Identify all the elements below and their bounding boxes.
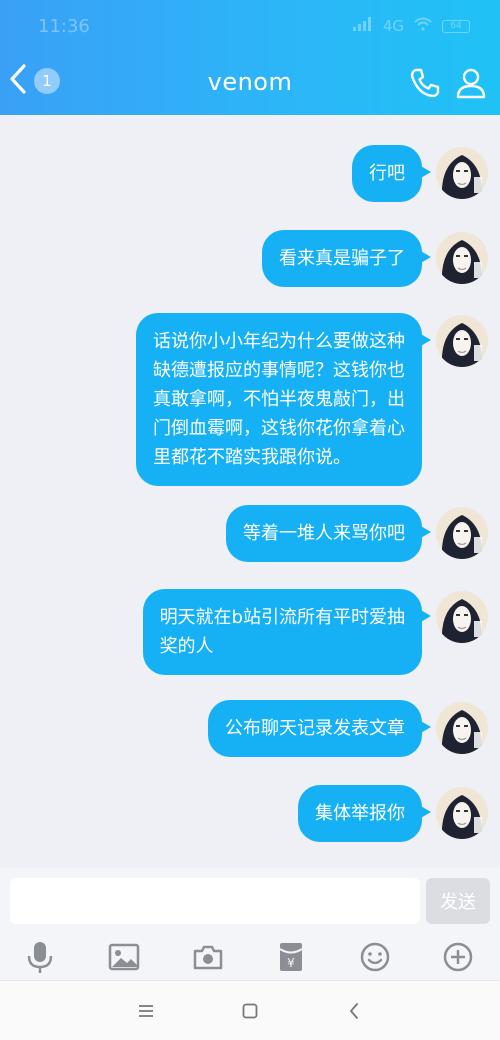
message-text-line: 明天就在b站引流所有平时爱抽 — [159, 607, 405, 628]
message-bubble[interactable]: 话说你小小年纪为什么要做这种 缺德遭报应的事情呢？这钱你也 真敢拿啊，不怕半夜鬼… — [136, 313, 431, 486]
message-text: 等着一堆人来骂你吧 — [243, 523, 405, 544]
battery-icon: 64 — [442, 19, 470, 33]
message-bubble[interactable]: 公布聊天记录发表文章 — [208, 700, 431, 757]
avatar[interactable] — [436, 147, 488, 199]
composer: 发送 — [0, 868, 500, 936]
red-packet-icon[interactable]: ¥ — [273, 939, 309, 975]
message-bubble[interactable]: 明天就在b站引流所有平时爱抽 奖的人 — [142, 589, 432, 675]
user-profile-icon[interactable] — [454, 66, 488, 104]
message-text: 集体举报你 — [315, 803, 405, 824]
message-text-line: 奖的人 — [159, 636, 214, 657]
message-text-line: 真敢拿啊，不怕半夜鬼敲门，出 — [153, 389, 405, 410]
emoji-icon[interactable] — [357, 939, 393, 975]
wifi-icon — [414, 17, 432, 35]
status-bar: 11:36 4G 64 — [0, 0, 500, 50]
avatar[interactable] — [436, 315, 488, 367]
avatar[interactable] — [436, 702, 488, 754]
phone-icon[interactable] — [408, 66, 442, 104]
message-text-line: 里都花不踏实我跟你说。 — [153, 447, 351, 468]
home-icon[interactable] — [238, 999, 262, 1023]
message-list[interactable]: 行吧 看来真是骗子了 话说你小小年纪为什么要做这种 缺德遭报应的事情呢？这钱你也… — [0, 115, 500, 868]
composer-toolbar: ¥ — [0, 936, 500, 980]
message-bubble[interactable]: 等着一堆人来骂你吧 — [226, 505, 431, 562]
message-bubble[interactable]: 行吧 — [352, 145, 431, 202]
message-text: 看来真是骗子了 — [279, 248, 405, 269]
red-packet-symbol: ¥ — [287, 956, 295, 970]
message-bubble[interactable]: 集体举报你 — [298, 785, 431, 842]
network-type: 4G — [382, 17, 404, 35]
plus-icon[interactable] — [440, 939, 476, 975]
signal-icon — [352, 17, 373, 35]
avatar[interactable] — [436, 787, 488, 839]
message-text-line: 缺德遭报应的事情呢？这钱你也 — [153, 360, 405, 381]
back-icon[interactable] — [342, 999, 366, 1023]
message-text-line: 门倒血霉啊，这钱你花你拿着心 — [153, 418, 405, 439]
send-button[interactable]: 发送 — [426, 878, 490, 924]
avatar[interactable] — [436, 232, 488, 284]
mic-icon[interactable] — [22, 939, 58, 975]
message-row: 看来真是骗子了 — [262, 230, 488, 287]
status-time: 11:36 — [38, 16, 90, 37]
avatar[interactable] — [436, 591, 488, 643]
chat-header: 11:36 4G 64 1 venom — [0, 0, 500, 115]
message-text-line: 话说你小小年纪为什么要做这种 — [153, 331, 405, 352]
avatar[interactable] — [436, 507, 488, 559]
camera-icon[interactable] — [190, 939, 226, 975]
menu-icon[interactable] — [134, 999, 158, 1023]
image-icon[interactable] — [106, 939, 142, 975]
status-indicators: 4G 64 — [352, 17, 470, 35]
message-text: 公布聊天记录发表文章 — [225, 718, 405, 739]
message-row: 公布聊天记录发表文章 — [208, 700, 488, 757]
message-row: 行吧 — [352, 145, 488, 202]
message-bubble[interactable]: 看来真是骗子了 — [262, 230, 431, 287]
message-input[interactable] — [10, 878, 420, 924]
message-row: 集体举报你 — [298, 785, 488, 842]
message-row: 等着一堆人来骂你吧 — [226, 505, 488, 562]
message-text: 行吧 — [369, 163, 405, 184]
system-navbar — [0, 980, 500, 1040]
message-row: 明天就在b站引流所有平时爱抽 奖的人 — [142, 589, 488, 675]
message-row: 话说你小小年纪为什么要做这种 缺德遭报应的事情呢？这钱你也 真敢拿啊，不怕半夜鬼… — [136, 313, 488, 486]
